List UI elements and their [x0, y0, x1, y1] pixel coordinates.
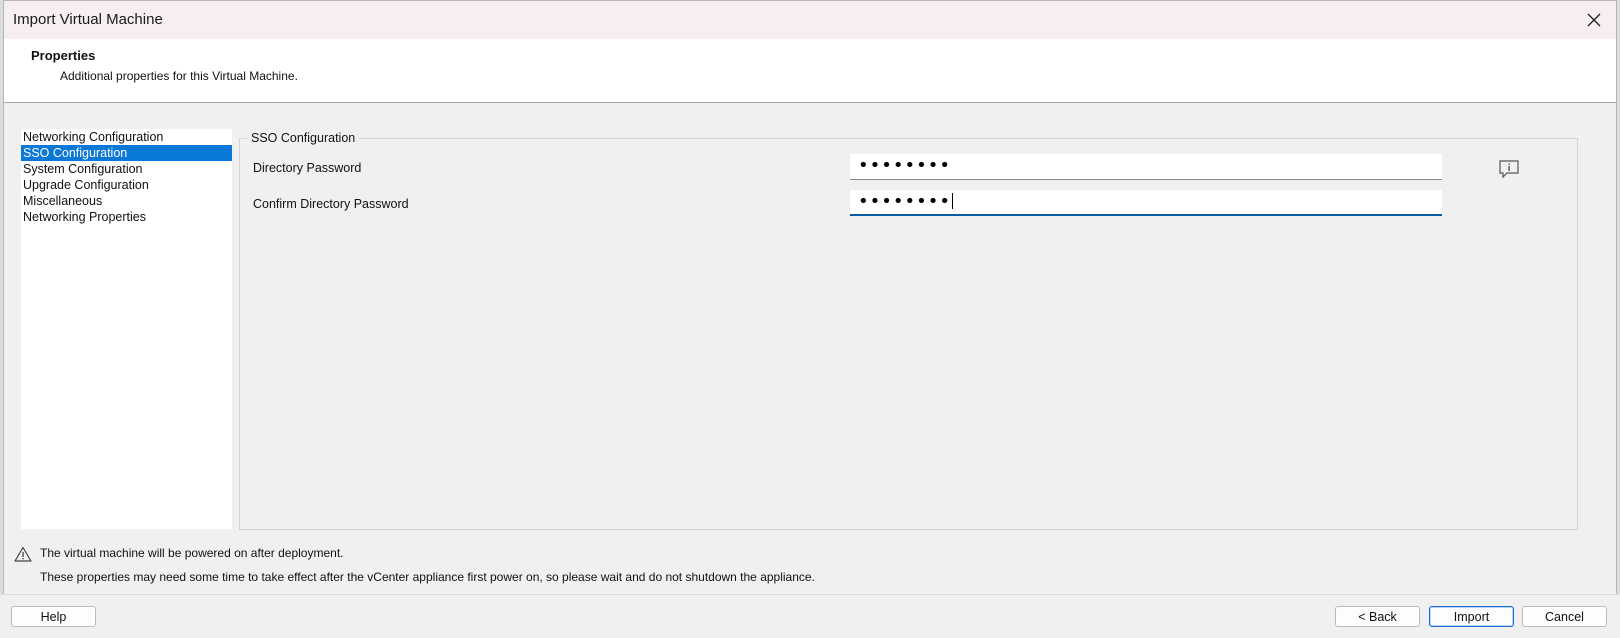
import-button[interactable]: Import: [1429, 606, 1514, 627]
directory-password-label: Directory Password: [253, 161, 362, 175]
window-title: Import Virtual Machine: [13, 11, 163, 28]
section-nav-list: Networking Configuration SSO Configurati…: [21, 129, 232, 529]
help-button[interactable]: Help: [11, 606, 96, 627]
wizard-header: Properties Additional properties for thi…: [4, 39, 1616, 103]
cancel-button[interactable]: Cancel: [1522, 606, 1607, 627]
nav-item-miscellaneous[interactable]: Miscellaneous: [21, 193, 232, 209]
directory-password-value: ••••••••: [858, 155, 951, 176]
page-title: Properties: [31, 48, 96, 63]
info-icon[interactable]: [1498, 159, 1520, 179]
page-subtitle: Additional properties for this Virtual M…: [60, 69, 298, 83]
nav-item-networking-configuration[interactable]: Networking Configuration: [21, 129, 232, 145]
nav-item-upgrade-configuration[interactable]: Upgrade Configuration: [21, 177, 232, 193]
close-icon: [1587, 13, 1601, 27]
nav-item-system-configuration[interactable]: System Configuration: [21, 161, 232, 177]
nav-item-sso-configuration[interactable]: SSO Configuration: [21, 145, 232, 161]
warning-icon: [14, 546, 32, 562]
close-button[interactable]: [1580, 6, 1608, 34]
confirm-password-label: Confirm Directory Password: [253, 197, 409, 211]
properties-note: These properties may need some time to t…: [40, 570, 815, 584]
back-button[interactable]: < Back: [1335, 606, 1420, 627]
confirm-password-input[interactable]: ••••••••: [850, 190, 1442, 216]
directory-password-input[interactable]: ••••••••: [850, 154, 1442, 180]
group-legend: SSO Configuration: [247, 131, 360, 145]
title-bar: Import Virtual Machine: [4, 1, 1616, 39]
confirm-password-value: ••••••••: [858, 191, 951, 212]
nav-item-networking-properties[interactable]: Networking Properties: [21, 209, 232, 225]
power-on-warning: The virtual machine will be powered on a…: [40, 546, 344, 560]
text-caret: [951, 193, 953, 209]
